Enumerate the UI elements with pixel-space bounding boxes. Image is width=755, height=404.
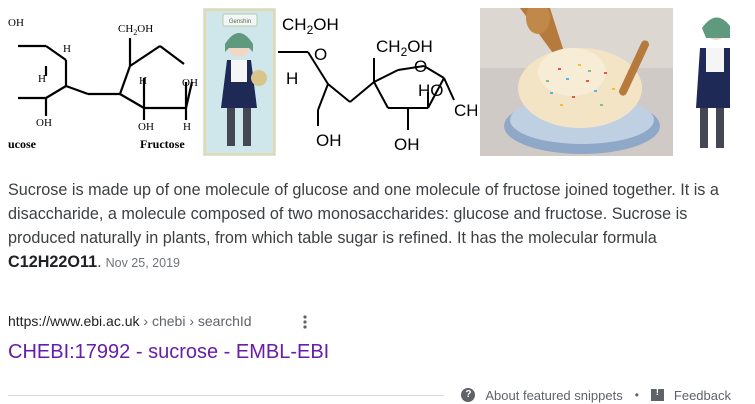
sucrose-ring-image[interactable]: CH2OH CH2OH O O H HO CH OH OH bbox=[278, 8, 477, 156]
ch2oh-top-label: CH2OH bbox=[282, 15, 339, 37]
formula-h-label-3: H bbox=[139, 75, 147, 87]
molecular-formula: C12H22O11 bbox=[8, 253, 98, 271]
about-featured-snippets-link[interactable]: About featured snippets bbox=[485, 388, 622, 403]
character-art-image[interactable]: Genshin bbox=[203, 8, 276, 156]
snippet-date: Nov 25, 2019 bbox=[105, 256, 180, 270]
ch2oh-label: CH2OH bbox=[376, 37, 433, 59]
oh-right-label: OH bbox=[394, 135, 420, 154]
more-options-icon[interactable] bbox=[298, 313, 312, 331]
feedback-link[interactable]: Feedback bbox=[674, 388, 731, 403]
snippet-footer: ? About featured snippets • Feedback bbox=[461, 386, 731, 404]
divider bbox=[8, 395, 444, 396]
result-domain: https://www.ebi.ac.uk bbox=[8, 313, 140, 329]
formula-h-label-4: H bbox=[183, 121, 191, 133]
formula-oh-label-2: OH bbox=[36, 117, 52, 129]
featured-snippet-text: Sucrose is made up of one molecule of gl… bbox=[8, 178, 732, 275]
result-title-link[interactable]: CHEBI:17992 - sucrose - EMBL-EBI bbox=[8, 341, 329, 364]
character-art-image-2[interactable] bbox=[676, 8, 730, 156]
ice-cream-photo[interactable] bbox=[480, 8, 673, 156]
sucrose-structure-image[interactable]: OH CH2OH H H OH H OH OH H ucose Fructose bbox=[8, 8, 200, 156]
character-card-badge: Genshin bbox=[229, 19, 251, 25]
snippet-body: Sucrose is made up of one molecule of gl… bbox=[8, 181, 719, 247]
oh-left-label: OH bbox=[316, 131, 342, 150]
formula-ch2oh-label: CH2OH bbox=[118, 23, 153, 37]
snippet-period: . bbox=[97, 253, 102, 271]
question-mark-icon: ? bbox=[461, 388, 476, 402]
ring-oxygen-label-2: O bbox=[414, 57, 427, 76]
image-carousel: OH CH2OH H H OH H OH OH H ucose Fructose… bbox=[0, 0, 755, 160]
fructose-caption: Fructose bbox=[140, 137, 185, 151]
result-path: › chebi › searchId bbox=[139, 313, 252, 329]
ring-oxygen-label: O bbox=[314, 45, 327, 64]
footer-separator: • bbox=[634, 388, 639, 402]
ho-label: HO bbox=[418, 81, 444, 100]
formula-oh-label-3: OH bbox=[182, 77, 198, 89]
formula-h-label-1: H bbox=[63, 43, 71, 55]
ch-label: CH bbox=[454, 101, 477, 120]
glucose-caption: ucose bbox=[8, 137, 37, 151]
feedback-icon bbox=[650, 387, 664, 401]
h-label: H bbox=[286, 69, 298, 88]
result-url-breadcrumb[interactable]: https://www.ebi.ac.uk › chebi › searchId bbox=[8, 313, 252, 329]
formula-oh-label: OH bbox=[8, 17, 24, 29]
formula-oh-label-4: OH bbox=[138, 121, 154, 133]
formula-h-label-2: H bbox=[38, 73, 46, 85]
